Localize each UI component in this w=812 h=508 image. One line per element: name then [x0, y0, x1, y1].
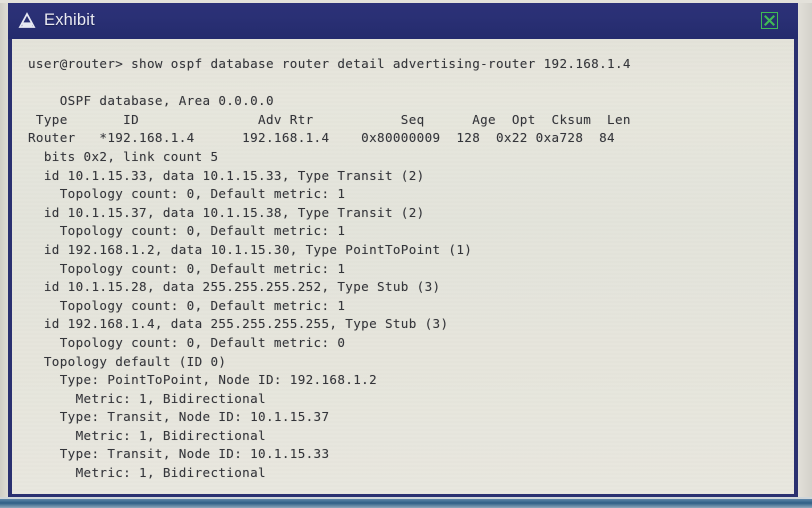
- terminal-line: Type ID Adv Rtr Seq Age Opt Cksum Len: [28, 111, 631, 127]
- terminal-line: Metric: 1, Bidirectional: [28, 465, 266, 481]
- terminal-line: Router *192.168.1.4 192.168.1.4 0x800000…: [28, 130, 615, 146]
- terminal-line: user@router> show ospf database router d…: [28, 56, 631, 71]
- exhibit-window: Exhibit user@router> show ospf database …: [8, 2, 798, 498]
- terminal-line: Topology count: 0, Default metric: 0: [28, 334, 346, 350]
- close-button[interactable]: [761, 12, 778, 29]
- terminal-line: OSPF database, Area 0.0.0.0: [28, 93, 274, 109]
- terminal-line: id 10.1.15.28, data 255.255.255.252, Typ…: [28, 279, 441, 295]
- terminal-line: Metric: 1, Bidirectional: [28, 390, 266, 406]
- terminal-line: Type: Transit, Node ID: 10.1.15.37: [28, 409, 330, 425]
- terminal-line: Topology count: 0, Default metric: 1: [28, 297, 346, 313]
- window-titlebar: Exhibit: [8, 2, 798, 39]
- terminal-line: Topology count: 0, Default metric: 1: [28, 260, 346, 276]
- terminal-line: id 192.168.1.4, data 255.255.255.255, Ty…: [28, 316, 449, 332]
- screenshot-page: Exhibit user@router> show ospf database …: [0, 0, 812, 508]
- terminal-line: Topology default (ID 0): [28, 353, 227, 369]
- window-title: Exhibit: [44, 11, 95, 29]
- terminal-line: id 10.1.15.33, data 10.1.15.33, Type Tra…: [28, 167, 425, 183]
- page-right-margin: [798, 0, 812, 508]
- terminal-line: Topology count: 0, Default metric: 1: [28, 223, 346, 239]
- page-left-margin: [0, 0, 8, 508]
- terminal-line: Type: PointToPoint, Node ID: 192.168.1.2: [28, 372, 378, 388]
- terminal-text: user@router> show ospf database router d…: [28, 55, 784, 483]
- terminal-line: Metric: 1, Bidirectional: [28, 427, 266, 443]
- titlebar-left-group: Exhibit: [18, 11, 761, 30]
- terminal-line: Type: Transit, Node ID: 10.1.15.33: [28, 446, 330, 462]
- window-content-frame: user@router> show ospf database router d…: [8, 39, 798, 498]
- terminal-line: id 192.168.1.2, data 10.1.15.30, Type Po…: [28, 241, 473, 257]
- terminal-line: id 10.1.15.37, data 10.1.15.38, Type Tra…: [28, 204, 425, 220]
- close-icon: [764, 15, 775, 26]
- page-top-margin: [0, 0, 812, 3]
- terminal-output-area: user@router> show ospf database router d…: [12, 39, 794, 494]
- terminal-line: bits 0x2, link count 5: [28, 148, 219, 164]
- exhibit-icon: [18, 12, 37, 29]
- page-bottom-strip: [0, 499, 812, 508]
- terminal-line: Topology count: 0, Default metric: 1: [28, 186, 346, 202]
